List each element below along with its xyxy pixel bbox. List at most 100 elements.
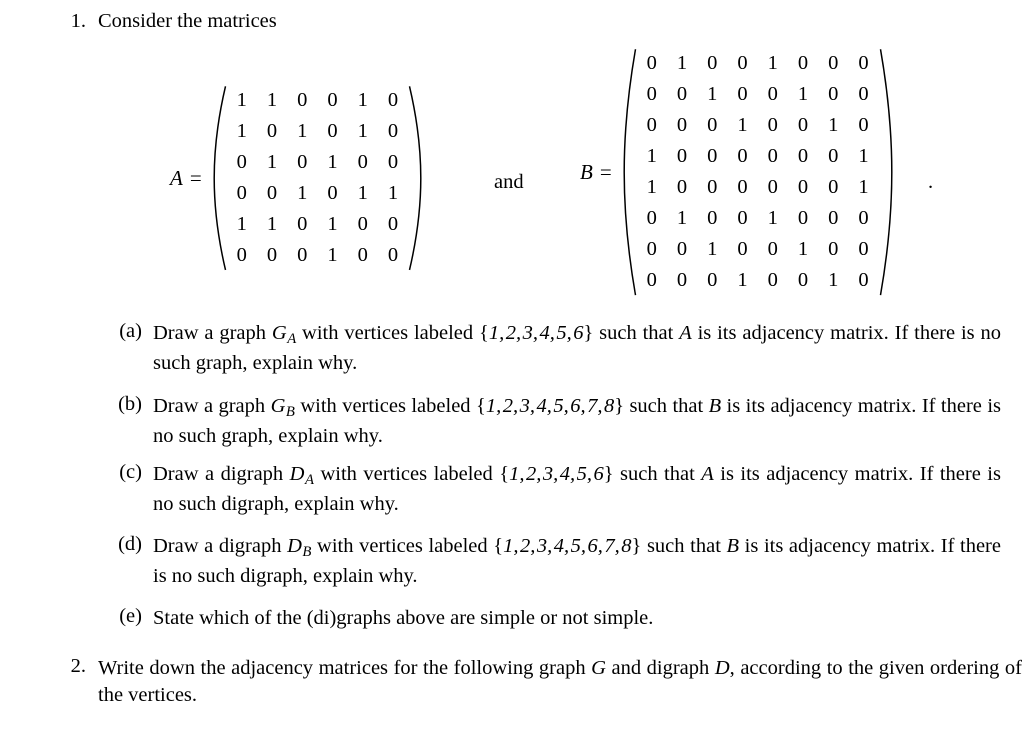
problem-2-number: 2. <box>70 655 86 677</box>
matrix-B-cell-2-7: 0 <box>828 83 839 106</box>
matrix-A-cell-5-3: 0 <box>297 213 308 236</box>
problem-1-stem: Consider the matrices <box>98 10 277 32</box>
matrix-B-cell-8-5: 0 <box>767 269 778 292</box>
matrix-B-cell-1-4: 0 <box>737 52 748 74</box>
matrix-B-cell-4-4: 0 <box>737 145 748 168</box>
matrix-B-cell-3-5: 0 <box>767 114 778 137</box>
matrix-B-cell-5-8: 1 <box>858 176 869 199</box>
problem-1-number: 1. <box>70 10 86 32</box>
vertex-label: 3 <box>519 395 530 417</box>
matrix-A-grid: 110010101010010100001011110100000100 <box>227 85 409 271</box>
matrix-A-row: 101010 <box>227 116 409 147</box>
matrix-B-cell-8-2: 0 <box>676 269 688 292</box>
matrix-B-cell-8-7: 1 <box>828 269 839 292</box>
part-c-label: (c) <box>119 461 142 483</box>
matrix-B-cell-8-3: 0 <box>707 269 718 292</box>
vertex-label: 6 <box>570 395 581 417</box>
matrix-A-row: 010100 <box>227 147 409 178</box>
matrix-A-cell-6-5: 0 <box>357 244 368 267</box>
matrix-B-cell-6-5: 1 <box>767 207 778 230</box>
vertex-label: 7 <box>587 395 598 417</box>
math-variable-B: B <box>708 395 722 417</box>
part-a-label: (a) <box>119 320 142 342</box>
vertex-label: 2 <box>525 463 537 485</box>
matrix-B-cell-3-1: 0 <box>646 114 657 137</box>
matrix-B-row: 10000001 <box>637 172 879 203</box>
matrix-B-left-paren <box>622 48 637 296</box>
problem-1-part-a: (a) Draw a graph GA with vertices labele… <box>108 320 1001 377</box>
matrix-A-cell-6-3: 0 <box>297 244 308 267</box>
math-variable-G: G <box>591 657 606 679</box>
vertex-label: 1 <box>485 395 497 417</box>
matrix-B-row: 00100100 <box>637 79 879 110</box>
matrix-B-name: B <box>580 159 593 184</box>
matrix-A-cell-2-6: 0 <box>387 120 399 143</box>
matrix-B-cell-4-3: 0 <box>707 145 718 168</box>
vertex-label: 2 <box>520 535 531 557</box>
vertex-label: 6 <box>573 322 584 344</box>
matrix-B-cell-2-5: 0 <box>767 83 778 106</box>
matrix-A-row: 110100 <box>227 209 409 240</box>
vertex-label: 3 <box>542 463 554 485</box>
part-e-label: (e) <box>119 605 142 627</box>
vertex-label: 2 <box>502 395 513 417</box>
matrix-A-row: 000100 <box>227 240 409 271</box>
matrix-B-cell-5-3: 0 <box>707 176 718 199</box>
matrix-B-cell-1-6: 0 <box>797 52 809 74</box>
matrix-A-cell-3-3: 0 <box>297 151 308 174</box>
matrix-B-cell-2-4: 0 <box>737 83 748 106</box>
matrix-B-cell-7-1: 0 <box>646 238 657 261</box>
vertex-label-set: {1,2,3,4,5,6} <box>499 463 614 485</box>
matrix-B-cell-1-8: 0 <box>858 52 869 74</box>
matrix-B-cell-3-8: 0 <box>858 114 869 137</box>
problem-1-part-d: (d) Draw a digraph DB with vertices labe… <box>108 533 1001 590</box>
matrix-A-cell-3-1: 0 <box>236 151 247 174</box>
matrix-B-cell-7-3: 1 <box>707 238 718 261</box>
matrix-B: 0100100000100100000100101000000110000001… <box>622 48 894 296</box>
matrix-B-cell-2-2: 0 <box>676 83 688 106</box>
matrix-B-cell-3-3: 0 <box>707 114 718 137</box>
matrix-A-cell-5-1: 1 <box>236 213 247 236</box>
matrix-B-cell-5-2: 0 <box>676 176 688 199</box>
matrix-A-cell-5-6: 0 <box>387 213 399 236</box>
and-connector: and <box>494 171 524 193</box>
matrix-A-cell-4-2: 0 <box>266 182 278 205</box>
vertex-label: 7 <box>604 535 615 557</box>
problem-2-text: Write down the adjacency matrices for th… <box>98 657 1022 707</box>
vertex-label-set: {1,2,3,4,5,6,7,8} <box>493 535 642 557</box>
matrix-B-cell-1-7: 0 <box>828 52 839 74</box>
matrix-A-cell-4-5: 1 <box>357 182 368 205</box>
vertex-label: 4 <box>539 322 550 344</box>
problem-1-part-e: (e) State which of the (di)graphs above … <box>108 605 1001 632</box>
matrices-display: A = 110010101010010100001011110100000100 … <box>0 48 1033 298</box>
matrix-B-cell-8-1: 0 <box>646 269 657 292</box>
part-b-text: Draw a graph GB with vertices labeled {1… <box>153 395 1001 447</box>
matrix-B-cell-1-1: 0 <box>646 52 657 74</box>
vertex-label: 5 <box>556 322 567 344</box>
vertex-label: 3 <box>536 535 548 557</box>
matrix-B-cell-6-7: 0 <box>828 207 839 230</box>
matrix-B-cell-4-8: 1 <box>858 145 869 168</box>
vertex-label: 3 <box>522 322 533 344</box>
matrix-B-cell-2-6: 1 <box>797 83 809 106</box>
matrix-B-cell-6-6: 0 <box>797 207 809 230</box>
math-variable-B: B <box>726 535 740 557</box>
matrix-A-cell-3-5: 0 <box>357 151 368 174</box>
matrix-A-cell-2-5: 1 <box>357 120 368 143</box>
matrix-A-cell-6-2: 0 <box>266 244 278 267</box>
vertex-label: 4 <box>536 395 547 417</box>
math-variable-G: GA <box>271 322 297 348</box>
matrix-B-cell-2-8: 0 <box>858 83 869 106</box>
matrix-A-cell-2-1: 1 <box>236 120 247 143</box>
math-variable-D: D <box>714 657 730 679</box>
matrix-A-cell-1-4: 0 <box>327 89 338 111</box>
matrix-B-cell-4-2: 0 <box>676 145 688 168</box>
problem-1-part-b: (b) Draw a graph GB with vertices labele… <box>108 393 1001 450</box>
matrix-A-cell-6-4: 1 <box>327 244 338 267</box>
matrix-B-cell-6-2: 1 <box>676 207 688 230</box>
matrix-A-label: A = <box>170 166 202 191</box>
vertex-label: 5 <box>553 395 564 417</box>
part-a-text: Draw a graph GA with vertices labeled {1… <box>153 322 1001 374</box>
matrix-B-row: 10000001 <box>637 141 879 172</box>
math-subscript-B: B <box>285 404 295 421</box>
